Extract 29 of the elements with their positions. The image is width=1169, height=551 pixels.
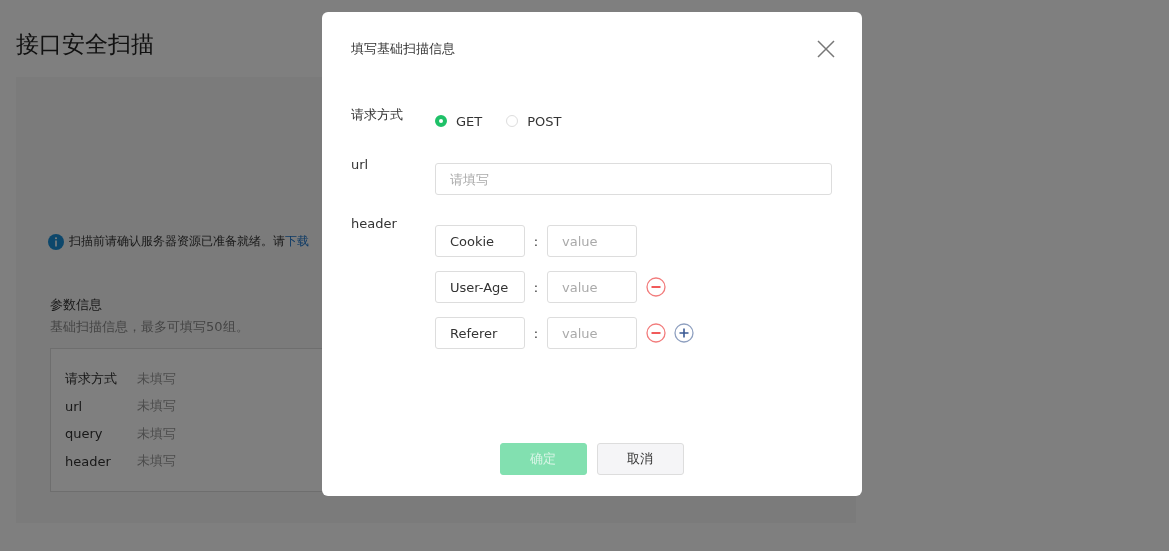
- header-key-field[interactable]: Cookie: [435, 225, 525, 257]
- close-icon[interactable]: [817, 40, 835, 58]
- separator: :: [532, 279, 540, 295]
- param-label: header: [65, 453, 112, 469]
- section-title: 参数信息: [50, 296, 102, 314]
- header-value-field[interactable]: value: [547, 271, 637, 303]
- header-key-field[interactable]: User-Age: [435, 271, 525, 303]
- param-label: query: [65, 426, 104, 442]
- page-title: 接口安全扫描: [16, 30, 154, 59]
- param-label: 请求方式: [65, 369, 118, 388]
- header-key-field[interactable]: Referer: [435, 317, 525, 349]
- url-field[interactable]: 请填写: [435, 163, 832, 195]
- separator: :: [532, 325, 540, 341]
- field-label: url: [351, 156, 370, 174]
- param-label: url: [65, 398, 84, 414]
- add-icon[interactable]: [674, 323, 694, 343]
- field-label: 请求方式: [351, 106, 404, 124]
- radio-option[interactable]: POST: [506, 113, 562, 129]
- remove-icon[interactable]: [646, 323, 666, 343]
- field-label: header: [351, 215, 398, 233]
- header-value-field[interactable]: value: [547, 317, 637, 349]
- cancel-button[interactable]: 取消: [596, 443, 684, 475]
- header-value-field[interactable]: value: [547, 225, 637, 257]
- info-icon: [48, 233, 64, 250]
- separator: :: [532, 233, 540, 249]
- notice-text: 扫描前请确认服务器资源已准备就绪。请下载: [69, 233, 309, 250]
- radio-option[interactable]: GET: [435, 113, 483, 129]
- remove-icon[interactable]: [646, 277, 666, 297]
- dialog-title: 填写基础扫描信息: [351, 40, 455, 58]
